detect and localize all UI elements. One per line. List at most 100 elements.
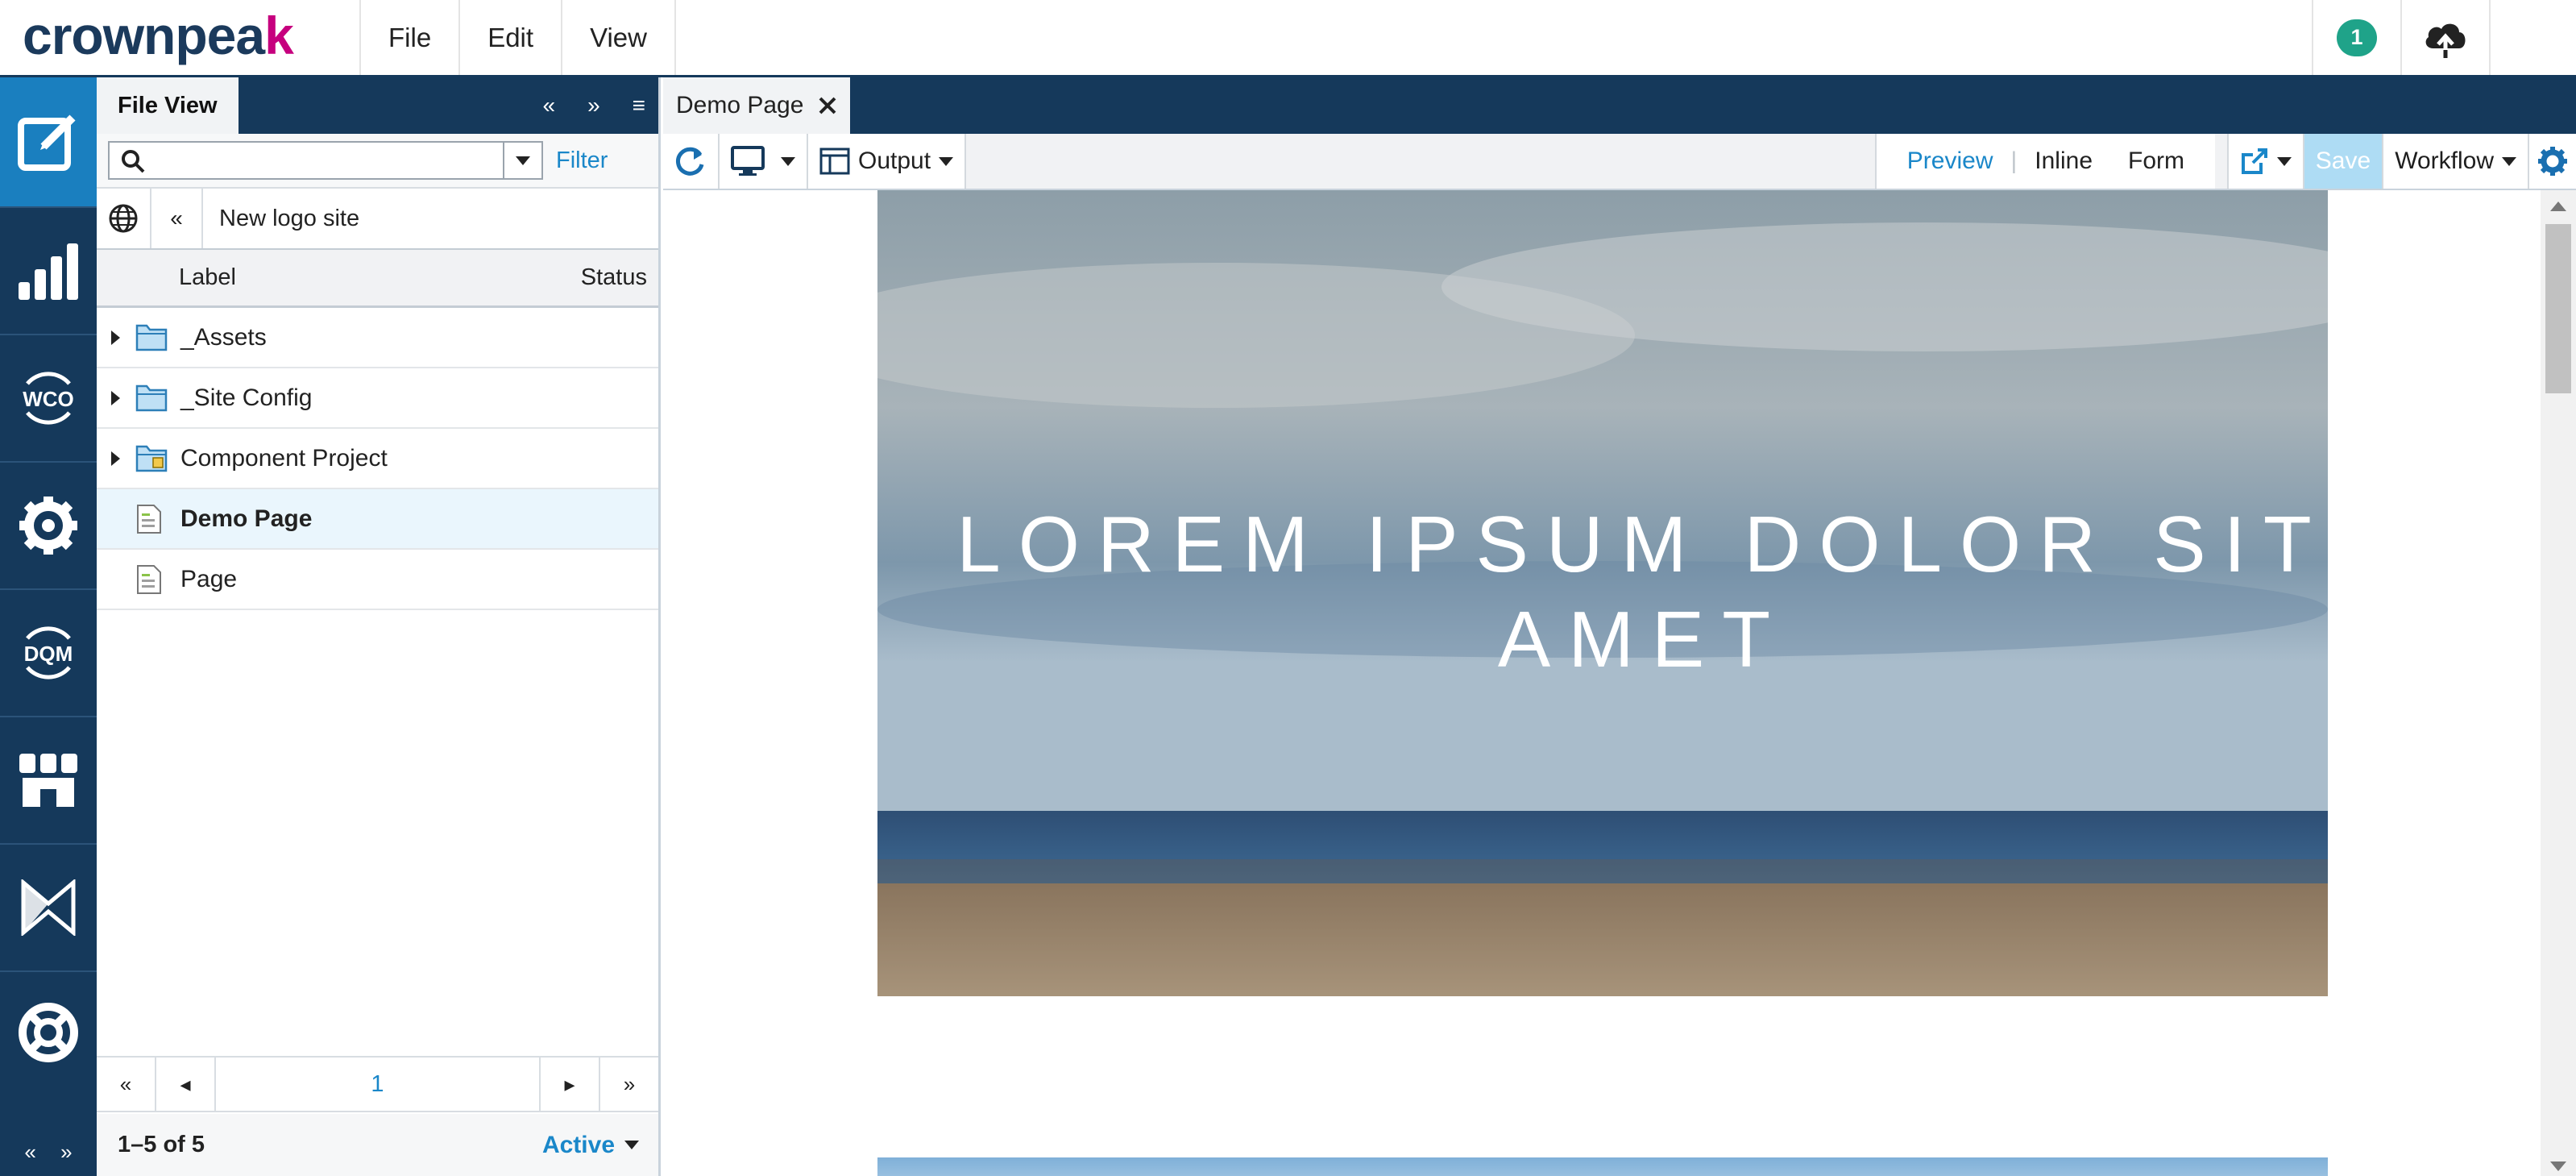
expand-right-icon[interactable]: »	[60, 1140, 72, 1165]
nav-dqm[interactable]: DQM	[0, 590, 97, 717]
last-page-button[interactable]: »	[599, 1057, 658, 1112]
upload-button[interactable]	[2400, 0, 2489, 75]
search-input[interactable]	[110, 143, 503, 178]
next-page-button[interactable]: ▸	[539, 1057, 599, 1112]
collapse-left-icon[interactable]: «	[24, 1140, 35, 1165]
double-chevron-left-icon: «	[170, 206, 183, 231]
tree-row-page[interactable]: Page	[97, 550, 658, 610]
tree-row-demo-page[interactable]: Demo Page	[97, 489, 658, 550]
folder-icon	[135, 324, 168, 351]
filter-link[interactable]: Filter	[556, 148, 608, 174]
chevron-down-icon	[2276, 156, 2292, 166]
page-icon	[137, 505, 161, 534]
nav-collapse-controls: « »	[0, 1128, 97, 1176]
prev-page-button[interactable]: ◂	[156, 1057, 216, 1112]
tab-demo-page-label: Demo Page	[676, 92, 804, 118]
globe-button[interactable]	[97, 189, 151, 248]
chevron-down-icon	[939, 156, 954, 166]
chevron-left-icon: ◂	[180, 1071, 191, 1096]
tree-row-assets[interactable]: _Assets	[97, 308, 658, 368]
output-dropdown[interactable]: Output	[808, 134, 967, 189]
globe-icon	[109, 204, 138, 233]
hamburger-menu-icon[interactable]: ≡	[633, 93, 645, 118]
output-label: Output	[858, 148, 931, 174]
mode-inline[interactable]: Inline	[2017, 148, 2110, 175]
editor-settings-button[interactable]	[2528, 134, 2576, 189]
nav-marketplace[interactable]	[0, 717, 97, 845]
edit-icon	[18, 114, 76, 171]
nav-settings[interactable]	[0, 463, 97, 590]
site-name: New logo site	[219, 205, 360, 231]
file-view-panel: File View « » ≡ Filter « New logo site L…	[97, 77, 661, 1176]
expand-panel-icon[interactable]: »	[587, 93, 600, 118]
tree-row-label: Component Project	[180, 444, 388, 472]
scrollbar-thumb[interactable]	[2545, 224, 2571, 393]
chevron-down-icon	[516, 156, 530, 165]
mode-preview[interactable]: Preview	[1889, 148, 2011, 175]
second-section-image	[877, 1157, 2328, 1176]
refresh-button[interactable]	[663, 134, 720, 189]
top-right-spacer	[2489, 0, 2576, 75]
expand-caret-icon[interactable]	[111, 451, 120, 466]
nav-help[interactable]	[0, 972, 97, 1093]
expand-caret-icon[interactable]	[111, 391, 120, 405]
save-button[interactable]: Save	[2302, 134, 2383, 189]
hero-heading: LOREM IPSUM DOLOR SIT AMET	[877, 497, 2328, 687]
notification-badge: 1	[2337, 19, 2377, 56]
tree-row-site-config[interactable]: _Site Config	[97, 368, 658, 429]
menu-edit[interactable]: Edit	[458, 0, 561, 75]
first-page-button[interactable]: «	[97, 1057, 156, 1112]
nav-analytics[interactable]	[0, 208, 97, 335]
layout-icon	[819, 148, 850, 175]
pagination: « ◂ 1 ▸ »	[97, 1056, 658, 1112]
nav-wco[interactable]: WCO	[0, 335, 97, 463]
collapse-panel-icon[interactable]: «	[543, 93, 556, 118]
navigate-up-button[interactable]: «	[151, 189, 203, 248]
page-number[interactable]: 1	[216, 1071, 539, 1098]
active-filter-dropdown[interactable]: Active	[542, 1132, 639, 1159]
tree-row-label: Page	[180, 565, 238, 592]
top-bar: crownpea k File Edit View 1	[0, 0, 2576, 77]
double-chevron-right-icon: »	[623, 1071, 636, 1096]
menu-view[interactable]: View	[561, 0, 676, 75]
tree-row-component-project[interactable]: Component Project	[97, 429, 658, 489]
close-icon[interactable]	[818, 96, 837, 115]
desktop-icon	[731, 146, 765, 176]
page-preview[interactable]: LOREM IPSUM DOLOR SIT AMET	[663, 190, 2576, 1176]
gear-icon	[2538, 147, 2567, 176]
column-label[interactable]: Label	[179, 264, 236, 291]
vertical-scrollbar[interactable]	[2541, 190, 2576, 1176]
workflow-dropdown[interactable]: Workflow	[2382, 134, 2528, 189]
menu-file[interactable]: File	[359, 0, 458, 75]
top-right-tools: 1	[2312, 0, 2576, 75]
tab-demo-page[interactable]: Demo Page	[663, 77, 851, 134]
item-count: 1–5 of 5	[118, 1132, 205, 1157]
open-external-dropdown[interactable]	[2226, 134, 2303, 189]
nav-edit[interactable]	[0, 77, 97, 208]
crownpeak-logo[interactable]: crownpea k	[23, 3, 294, 68]
dqm-label: DQM	[24, 642, 73, 666]
wco-label: WCO	[23, 387, 74, 411]
mode-form[interactable]: Form	[2110, 148, 2202, 175]
editor-toolbar: Output Preview | Inline Form Save Workfl…	[663, 134, 2576, 190]
tab-file-view[interactable]: File View	[97, 77, 239, 134]
panel-header-icons: « » ≡	[543, 77, 646, 134]
refresh-icon	[675, 147, 704, 176]
column-status[interactable]: Status	[581, 264, 647, 291]
column-header: Label Status	[97, 250, 658, 308]
site-row: « New logo site	[97, 189, 658, 250]
dqm-icon: DQM	[24, 626, 73, 679]
help-icon	[19, 1003, 78, 1062]
panel-footer: 1–5 of 5 Active	[97, 1114, 658, 1176]
expand-caret-icon[interactable]	[111, 330, 120, 345]
page-icon	[137, 565, 161, 594]
nav-connector[interactable]	[0, 845, 97, 972]
main-content: Demo Page Output Preview | Inline Form S…	[663, 77, 2576, 1176]
scroll-down-icon[interactable]	[2550, 1161, 2566, 1171]
device-preview-dropdown[interactable]	[720, 134, 808, 189]
scroll-up-icon[interactable]	[2550, 202, 2566, 211]
notifications-button[interactable]: 1	[2312, 0, 2400, 75]
search-dropdown-button[interactable]	[503, 143, 541, 178]
marketplace-icon	[19, 754, 77, 807]
connector-icon	[21, 879, 76, 936]
